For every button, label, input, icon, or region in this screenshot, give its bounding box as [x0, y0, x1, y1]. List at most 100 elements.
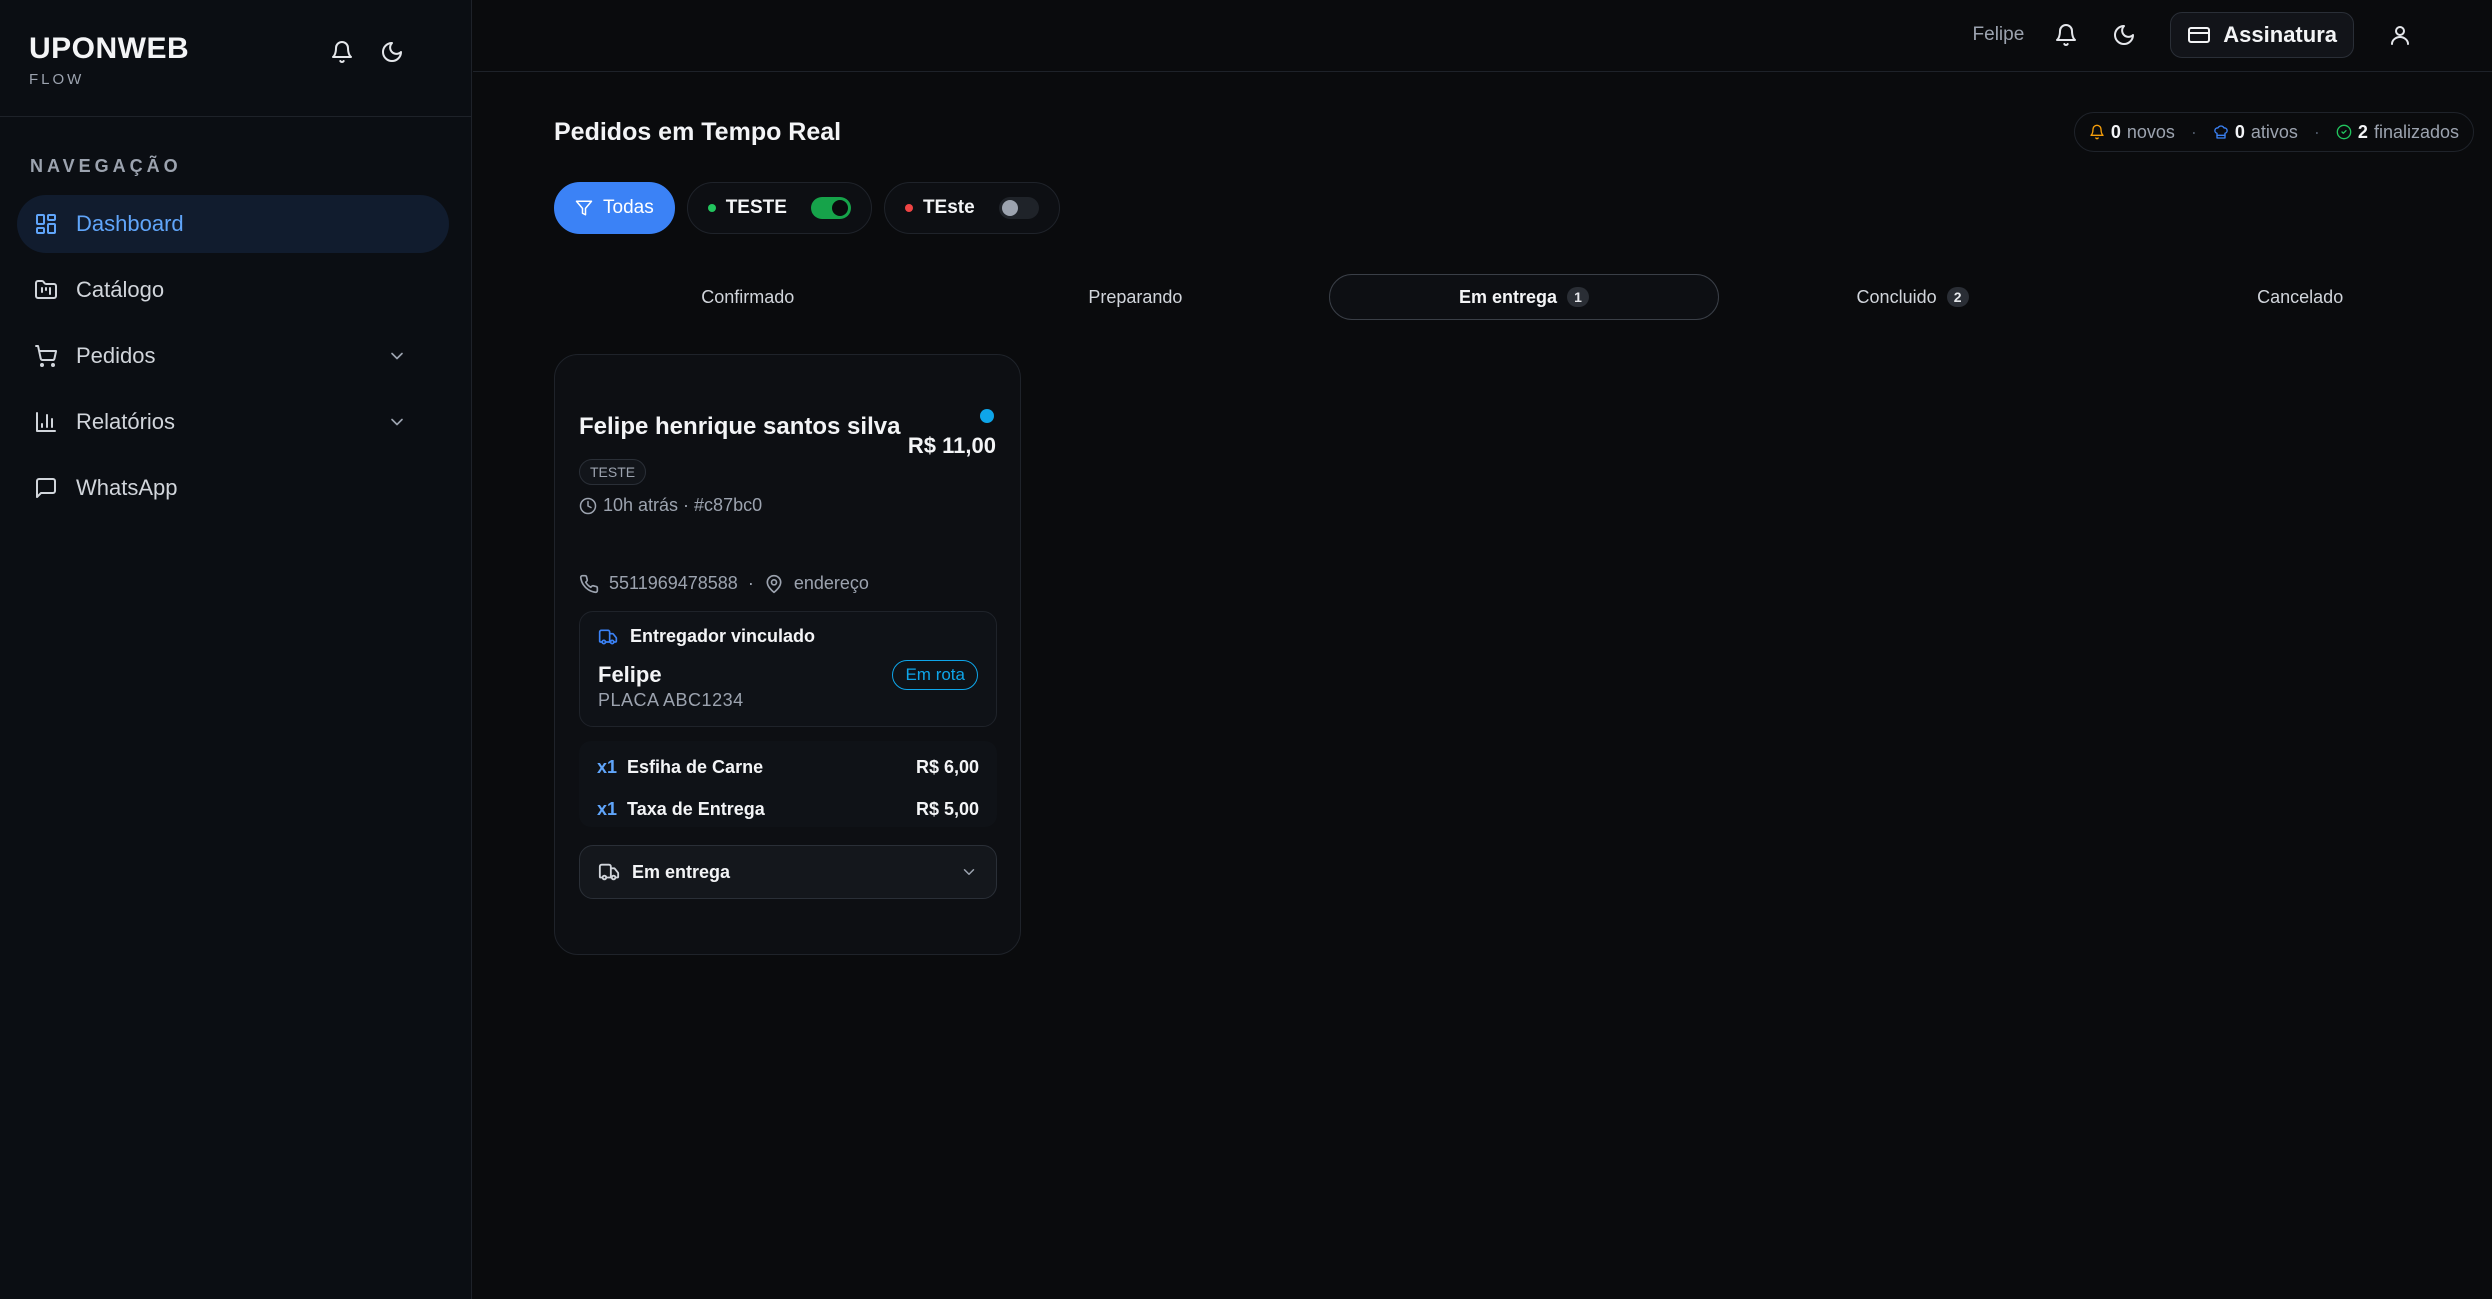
filter-all-label: Todas	[603, 197, 654, 218]
message-icon	[34, 476, 58, 500]
order-card[interactable]: Felipe henrique santos silva R$ 11,00 TE…	[554, 354, 1021, 955]
tab-cancelado[interactable]: Cancelado	[2106, 274, 2492, 320]
courier-status-badge: Em rota	[892, 660, 978, 690]
chart-icon	[34, 410, 58, 434]
stat-new-label: novos	[2126, 121, 2175, 142]
user-icon[interactable]	[2388, 23, 2412, 47]
customer-address[interactable]: endereço	[794, 573, 869, 594]
bell-icon[interactable]	[2054, 23, 2078, 47]
moon-icon[interactable]	[380, 40, 404, 64]
sidebar-actions	[330, 40, 404, 64]
tab-count-badge: 1	[1567, 287, 1589, 307]
topbar-actions: Felipe Assinatura	[1973, 12, 2412, 58]
store-filter-teste-2[interactable]: TEste	[883, 182, 1060, 234]
brand-name: UPONWEB	[29, 32, 190, 65]
store-toggle[interactable]	[998, 197, 1039, 219]
main-content: Pedidos em Tempo Real 0 novos · 0 ativos…	[473, 72, 2492, 1299]
tab-concluido[interactable]: Concluido 2	[1719, 274, 2107, 320]
customer-phone[interactable]: 5511969478588	[609, 573, 738, 594]
store-filter-teste[interactable]: TESTE	[686, 182, 872, 234]
subscription-label: Assinatura	[2223, 22, 2337, 47]
store-status-dot	[904, 204, 913, 212]
courier-panel: Entregador vinculado Felipe PLACA ABC123…	[579, 611, 997, 727]
bell-icon	[2089, 124, 2105, 140]
store-filters: Todas TESTE TEste	[554, 182, 1060, 234]
bell-icon[interactable]	[330, 40, 354, 64]
page-title: Pedidos em Tempo Real	[554, 118, 842, 146]
order-items: x1 Esfiha de Carne R$ 6,00 x1 Taxa de En…	[579, 741, 997, 827]
sidebar-item-label: Pedidos	[76, 343, 156, 368]
tab-count-badge: 2	[1946, 287, 1969, 307]
order-total: R$ 11,00	[907, 433, 996, 458]
status-tabs: Confirmado Preparando Em entrega 1 Concl…	[554, 274, 2492, 320]
filter-icon	[575, 199, 593, 217]
stat-done-count: 2	[2357, 121, 2368, 142]
item-price: R$ 6,00	[915, 757, 979, 777]
sidebar-item-pedidos[interactable]: Pedidos	[17, 327, 449, 385]
order-time-id: 10h atrás · #c87bc0	[603, 495, 763, 515]
chef-hat-icon	[2213, 124, 2229, 140]
chevron-down-icon[interactable]	[387, 346, 411, 366]
courier-name: Felipe	[598, 662, 662, 687]
tab-preparando[interactable]: Preparando	[942, 274, 1330, 320]
store-tag: TESTE	[579, 459, 647, 485]
tab-label: Confirmado	[701, 286, 795, 307]
tab-em-entrega[interactable]: Em entrega 1	[1329, 274, 1719, 320]
list-item: x1 Esfiha de Carne R$ 6,00	[597, 757, 979, 778]
stat-active: 0 ativos	[2213, 122, 2298, 143]
list-item: x1 Taxa de Entrega R$ 5,00	[597, 799, 979, 820]
order-status-select[interactable]: Em entrega	[579, 845, 997, 899]
store-toggle[interactable]	[810, 197, 851, 219]
sidebar: UPONWEB FLOW NAVEGAÇÃO Dashboard Catálog…	[0, 0, 472, 1299]
tab-label: Preparando	[1088, 286, 1183, 307]
truck-icon	[598, 627, 618, 647]
sidebar-divider	[0, 116, 471, 117]
tab-label: Cancelado	[2257, 286, 2344, 307]
tab-confirmado[interactable]: Confirmado	[554, 274, 942, 320]
stat-new: 0 novos	[2089, 122, 2175, 143]
chevron-down-icon[interactable]	[387, 412, 411, 432]
sidebar-item-relatorios[interactable]: Relatórios	[17, 393, 449, 451]
subscription-button[interactable]: Assinatura	[2170, 12, 2354, 58]
brand-subtitle: FLOW	[29, 71, 85, 88]
item-qty: x1	[597, 799, 618, 819]
item-name: Esfiha de Carne	[627, 757, 764, 777]
customer-name: Felipe henrique santos silva	[579, 413, 901, 440]
stat-separator: ·	[2313, 121, 2320, 142]
sidebar-item-dashboard[interactable]: Dashboard	[17, 195, 449, 253]
store-filter-label: TESTE	[725, 197, 787, 218]
order-stats: 0 novos · 0 ativos · 2 finalizados	[2073, 112, 2474, 152]
sidebar-item-label: WhatsApp	[76, 475, 178, 500]
tab-label: Concluido	[1856, 286, 1937, 307]
item-qty: x1	[597, 757, 618, 777]
courier-heading: Entregador vinculado	[598, 626, 815, 647]
cart-icon	[34, 344, 58, 368]
store-status-dot	[707, 204, 716, 212]
stat-active-count: 0	[2234, 121, 2245, 142]
stat-done-label: finalizados	[2373, 121, 2459, 142]
chevron-down-icon	[960, 863, 978, 881]
topbar: Felipe Assinatura	[473, 0, 2492, 72]
clock-icon	[579, 497, 597, 515]
moon-icon[interactable]	[2112, 23, 2136, 47]
check-circle-icon	[2336, 124, 2352, 140]
map-pin-icon	[764, 574, 784, 594]
sidebar-item-label: Dashboard	[76, 211, 184, 236]
item-price: R$ 5,00	[915, 799, 979, 819]
sidebar-item-whatsapp[interactable]: WhatsApp	[17, 459, 449, 517]
courier-plate: PLACA ABC1234	[598, 690, 744, 710]
order-meta: 10h atrás · #c87bc0	[579, 495, 762, 516]
sidebar-item-label: Catálogo	[76, 277, 165, 302]
filter-all-button[interactable]: Todas	[554, 182, 675, 234]
store-filter-label: TEste	[922, 197, 975, 218]
item-name: Taxa de Entrega	[627, 799, 765, 819]
sidebar-nav: Dashboard Catálogo Pedidos Relatórios Wh…	[17, 195, 449, 525]
stat-active-label: ativos	[2250, 121, 2298, 142]
user-name: Felipe	[1972, 24, 2025, 45]
tab-label: Em entrega	[1458, 286, 1557, 307]
brand-logo[interactable]: UPONWEB FLOW	[29, 32, 190, 89]
credit-card-icon	[2187, 23, 2211, 47]
sidebar-item-label: Relatórios	[76, 409, 176, 434]
sidebar-item-catalogo[interactable]: Catálogo	[17, 261, 449, 319]
truck-icon	[598, 861, 620, 883]
